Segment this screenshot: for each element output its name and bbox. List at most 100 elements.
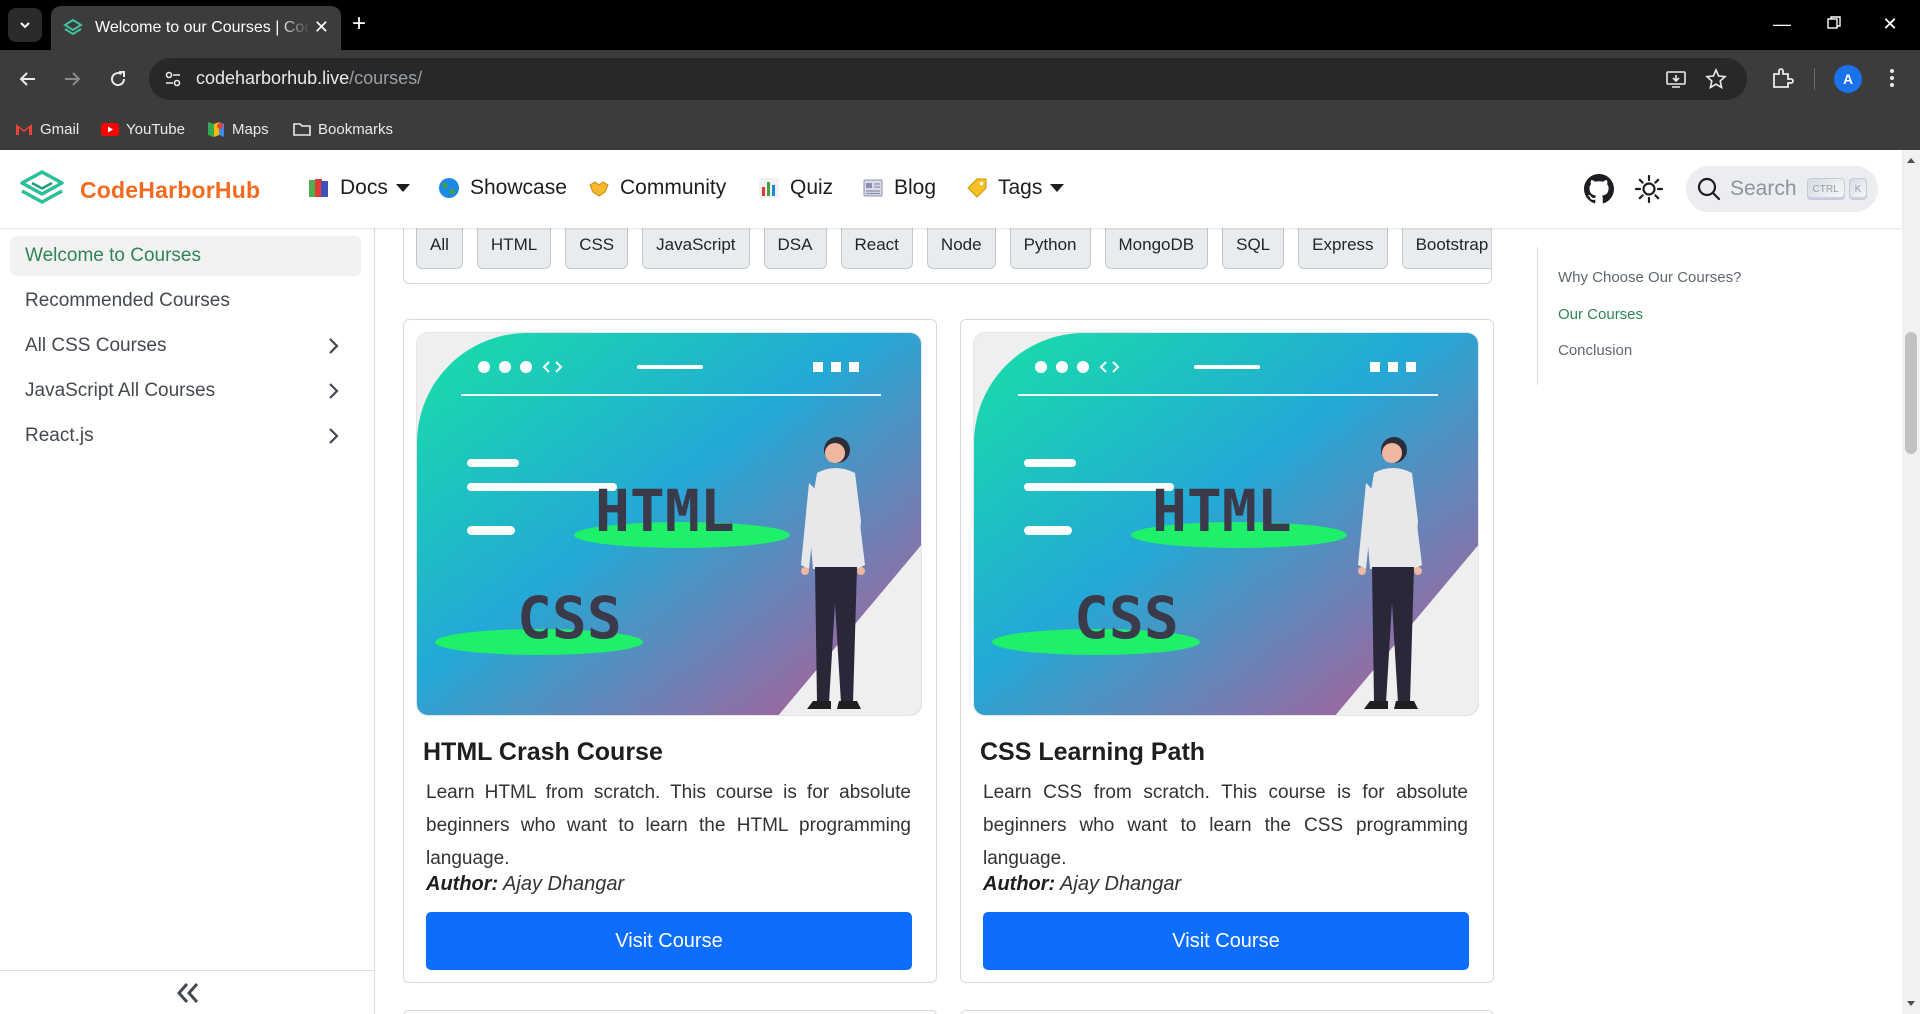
- nav-label: Blog: [894, 176, 937, 199]
- html-css-illustration: HTML CSS: [417, 333, 921, 715]
- new-tab-icon[interactable]: +: [352, 12, 366, 36]
- course-description: Learn HTML from scratch. This course is …: [426, 782, 911, 869]
- install-app-icon[interactable]: [1665, 68, 1687, 90]
- scroll-up-arrow-icon[interactable]: [1907, 158, 1915, 163]
- browser-tabstrip: Welcome to our Courses | CodeHarborHub ✕…: [0, 0, 1920, 50]
- filter-chip-express[interactable]: Express: [1298, 228, 1388, 269]
- nav-label: Showcase: [470, 176, 567, 199]
- course-author: Author: Ajay Dhangar: [983, 873, 1181, 896]
- search-icon: [1697, 177, 1721, 201]
- nav-quiz[interactable]: Quiz: [758, 176, 833, 200]
- chevron-right-icon[interactable]: [323, 381, 343, 401]
- bookmark-folder[interactable]: Bookmarks: [292, 117, 393, 141]
- site-info-icon[interactable]: [163, 69, 183, 89]
- sidebar-item-reactjs[interactable]: React.js: [10, 416, 361, 456]
- filter-chip-html[interactable]: HTML: [476, 228, 552, 269]
- author-name: Ajay Dhangar: [1060, 873, 1182, 895]
- filter-chip-css[interactable]: CSS: [565, 228, 629, 269]
- page-scrollbar[interactable]: [1902, 150, 1920, 1014]
- github-icon[interactable]: [1584, 174, 1614, 204]
- tab-search-button[interactable]: [8, 8, 42, 42]
- filter-chip-all[interactable]: All: [416, 228, 463, 269]
- url-domain: codeharborhub.live: [196, 68, 350, 88]
- newspaper-icon: [863, 179, 883, 197]
- filter-chip-sql[interactable]: SQL: [1222, 228, 1285, 269]
- docs-sidebar: Welcome to Courses Recommended Courses A…: [0, 228, 375, 1014]
- course-card: HTML CSS CSS Learning Path Learn CSS fro…: [960, 319, 1494, 983]
- address-bar[interactable]: codeharborhub.live/courses/: [149, 58, 1747, 100]
- chevron-down-icon: [20, 22, 30, 29]
- tab-close-icon[interactable]: ✕: [314, 17, 329, 37]
- scrollbar-thumb[interactable]: [1905, 332, 1917, 454]
- profile-avatar[interactable]: A: [1834, 65, 1862, 93]
- extensions-icon[interactable]: [1770, 66, 1794, 90]
- course-thumbnail: HTML CSS: [416, 332, 922, 716]
- filter-chip-dsa[interactable]: DSA: [763, 228, 827, 269]
- scroll-down-arrow-icon[interactable]: [1907, 1001, 1915, 1006]
- bookmark-maps[interactable]: Maps: [206, 117, 269, 141]
- course-card-partial: [960, 1010, 1494, 1014]
- course-title: HTML Crash Course: [423, 738, 663, 766]
- forward-icon[interactable]: [58, 65, 86, 93]
- bookmark-gmail[interactable]: Gmail: [14, 117, 79, 141]
- sidebar-item-label: React.js: [25, 425, 94, 446]
- close-window-icon[interactable]: ✕: [1878, 12, 1902, 36]
- kbd-k: K: [1848, 178, 1868, 200]
- back-icon[interactable]: [14, 65, 42, 93]
- illustration-css-text: CSS: [1074, 584, 1179, 652]
- filter-chip-javascript[interactable]: JavaScript: [642, 228, 750, 269]
- site-navbar: CodeHarborHub Docs Showcase Community Qu…: [0, 150, 1902, 228]
- nav-blog[interactable]: Blog: [862, 176, 936, 200]
- filter-chip-python[interactable]: Python: [1009, 228, 1091, 269]
- tag-icon: [967, 178, 987, 198]
- visit-course-button[interactable]: Visit Course: [426, 912, 912, 970]
- filter-chip-bootstrap[interactable]: Bootstrap: [1401, 228, 1491, 269]
- course-description: Learn CSS from scratch. This course is f…: [983, 782, 1468, 869]
- collapse-sidebar-button[interactable]: [0, 970, 375, 1014]
- browser-tab-active[interactable]: Welcome to our Courses | CodeHarborHub ✕: [51, 6, 341, 50]
- filter-chip-node[interactable]: Node: [926, 228, 996, 269]
- nav-tags[interactable]: Tags: [966, 176, 1065, 200]
- toc-item-conclusion[interactable]: Conclusion: [1558, 342, 1632, 359]
- codeharborhub-logo-icon[interactable]: [18, 169, 66, 209]
- youtube-icon: [101, 123, 119, 136]
- toc-item-why-choose[interactable]: Why Choose Our Courses?: [1558, 269, 1741, 286]
- sidebar-item-welcome[interactable]: Welcome to Courses: [10, 236, 361, 276]
- gmail-icon: [16, 124, 32, 135]
- sidebar-item-label: JavaScript All Courses: [25, 380, 216, 401]
- bookmark-label: YouTube: [126, 120, 185, 138]
- minimize-icon[interactable]: —: [1770, 12, 1794, 36]
- visit-course-button[interactable]: Visit Course: [983, 912, 1469, 970]
- nav-community[interactable]: Community: [588, 176, 726, 200]
- filter-chip-react[interactable]: React: [840, 228, 913, 269]
- tab-title: Welcome to our Courses | CodeHarborHub: [95, 19, 310, 36]
- sidebar-item-recommended[interactable]: Recommended Courses: [10, 281, 361, 321]
- reload-icon[interactable]: [104, 65, 132, 93]
- handshake-icon: [589, 181, 609, 197]
- theme-toggle-sun-icon[interactable]: [1634, 174, 1664, 204]
- course-thumbnail: HTML CSS: [973, 332, 1479, 716]
- nav-docs[interactable]: Docs: [308, 176, 410, 200]
- browser-menu-icon[interactable]: [1880, 66, 1904, 90]
- filter-chip-mongodb[interactable]: MongoDB: [1104, 228, 1209, 269]
- sidebar-item-javascript[interactable]: JavaScript All Courses: [10, 371, 361, 411]
- table-of-contents: Why Choose Our Courses? Our Courses Conc…: [1537, 247, 1877, 385]
- toc-item-our-courses[interactable]: Our Courses: [1558, 306, 1643, 323]
- nav-label: Tags: [998, 176, 1043, 199]
- chevron-right-icon[interactable]: [323, 426, 343, 446]
- sidebar-item-css-courses[interactable]: All CSS Courses: [10, 326, 361, 366]
- nav-showcase[interactable]: Showcase: [438, 176, 567, 200]
- course-title: CSS Learning Path: [980, 738, 1206, 766]
- brand-name[interactable]: CodeHarborHub: [80, 177, 260, 204]
- restore-icon[interactable]: [1822, 12, 1846, 36]
- nav-label: Community: [620, 176, 727, 199]
- search-placeholder: Search: [1730, 177, 1797, 200]
- bookmark-star-icon[interactable]: [1705, 68, 1727, 90]
- author-label: Author:: [426, 873, 499, 895]
- search-button[interactable]: Search CTRL K: [1686, 166, 1878, 212]
- nav-label: Quiz: [790, 176, 834, 199]
- html-css-illustration: HTML CSS: [974, 333, 1478, 715]
- chevron-right-icon[interactable]: [323, 336, 343, 356]
- bookmark-label: Maps: [232, 120, 269, 138]
- bookmark-youtube[interactable]: YouTube: [100, 117, 185, 141]
